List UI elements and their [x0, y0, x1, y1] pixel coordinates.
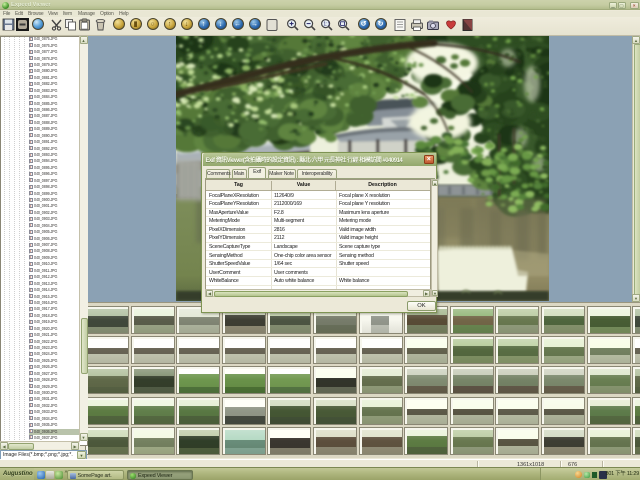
svg-text:1:1: 1:1	[323, 21, 330, 27]
